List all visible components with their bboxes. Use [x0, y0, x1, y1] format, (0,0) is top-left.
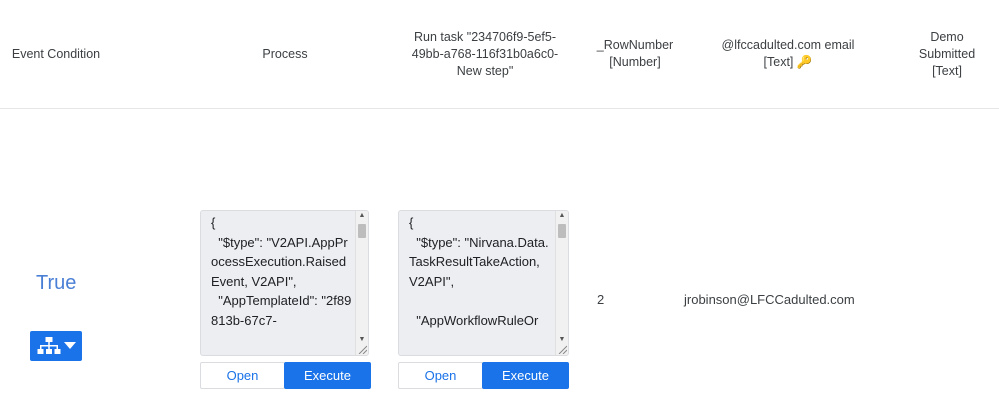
- run-task-json-textarea[interactable]: { "$type": "Nirvana.Data.TaskResultTakeA…: [398, 210, 569, 356]
- header-event-condition: Event Condition: [11, 46, 101, 61]
- process-json-textarea[interactable]: { "$type": "V2API.AppProcessExecution.Ra…: [200, 210, 369, 356]
- header-run-task: Run task "234706f9-5ef5- 49bb-a768-116f3…: [411, 29, 559, 78]
- scroll-up-arrow-icon[interactable]: ▲: [556, 211, 568, 221]
- header-email: @lfccadulted.com email [Text] 🔑: [721, 38, 855, 69]
- header-process: Process: [262, 46, 308, 61]
- run-task-json-text: { "$type": "Nirvana.Data.TaskResultTakeA…: [409, 215, 549, 328]
- email-value: jrobinson@LFCCadulted.com: [684, 292, 855, 307]
- scroll-thumb[interactable]: [358, 224, 366, 238]
- condition-value: True: [36, 272, 77, 294]
- row-number-value: 2: [597, 292, 605, 307]
- sitemap-icon: [37, 337, 60, 354]
- scroll-up-arrow-icon[interactable]: ▲: [356, 211, 368, 221]
- process-json-text: { "$type": "V2API.AppProcessExecution.Ra…: [211, 215, 352, 328]
- process-json-scrollbar[interactable]: ▲ ▼: [355, 211, 368, 355]
- scroll-thumb[interactable]: [558, 224, 566, 238]
- table-header: Event Condition Process Run task "234706…: [0, 0, 999, 109]
- run-task-json-scrollbar[interactable]: ▲ ▼: [555, 211, 568, 355]
- resize-handle-icon[interactable]: [558, 345, 567, 354]
- run-task-execute-button[interactable]: Execute: [482, 362, 569, 389]
- caret-down-icon: [63, 342, 76, 349]
- run-task-open-button[interactable]: Open: [398, 362, 483, 389]
- header-demo-submitted: Demo Submitted [Text]: [918, 29, 976, 78]
- process-execute-button[interactable]: Execute: [284, 362, 371, 389]
- header-row-number: _RowNumber [Number]: [596, 38, 674, 69]
- scroll-down-arrow-icon[interactable]: ▼: [356, 335, 368, 345]
- scroll-down-arrow-icon[interactable]: ▼: [556, 335, 568, 345]
- workflow-test-table: Event Condition Process Run task "234706…: [0, 0, 999, 408]
- workflow-tree-button[interactable]: [30, 331, 82, 361]
- process-open-button[interactable]: Open: [200, 362, 285, 389]
- resize-handle-icon[interactable]: [358, 345, 367, 354]
